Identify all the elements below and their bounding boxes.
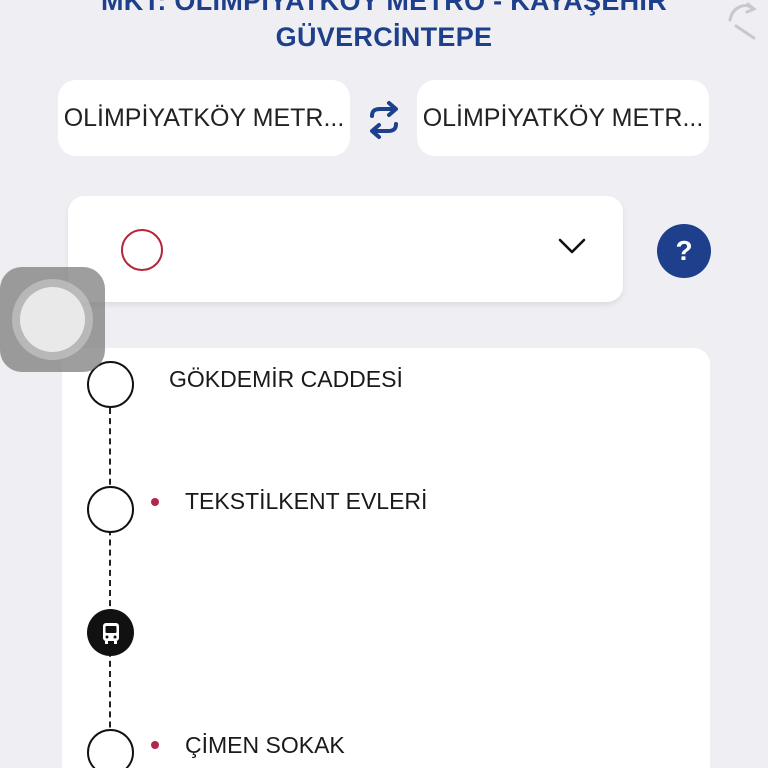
swap-arrows-icon[interactable] xyxy=(364,100,404,140)
route-title-line-1: MKT: OLİMPİYATKÖY METRO - KAYAŞEHİR xyxy=(100,0,668,16)
stop-marker-dot xyxy=(151,741,159,749)
chevron-down-icon xyxy=(558,238,586,254)
stop-name-cimen-sokak[interactable]: ÇİMEN SOKAK xyxy=(185,732,345,759)
direction-circle-icon xyxy=(121,229,163,271)
help-button-label: ? xyxy=(675,235,693,266)
stop-name-tekstilkent[interactable]: TEKSTİLKENT EVLERİ xyxy=(185,488,427,515)
from-stop-selector[interactable]: OLİMPİYATKÖY METR... xyxy=(58,80,350,156)
help-button[interactable]: ? xyxy=(657,224,711,278)
route-title-line-2: GÜVERCİNTEPE xyxy=(275,22,493,52)
stop-node-icon xyxy=(87,486,134,533)
from-stop-label: OLİMPİYATKÖY METR... xyxy=(63,103,345,132)
to-stop-selector[interactable]: OLİMPİYATKÖY METR... xyxy=(417,80,709,156)
stop-name-gokdemir[interactable]: GÖKDEMİR CADDESİ xyxy=(169,366,403,393)
assistive-touch-button[interactable] xyxy=(0,267,105,372)
bus-icon xyxy=(87,609,134,656)
stop-marker-dot xyxy=(151,498,159,506)
to-stop-label: OLİMPİYATKÖY METR... xyxy=(422,103,704,132)
stop-node-icon xyxy=(87,729,134,768)
stops-list-card xyxy=(62,348,710,768)
direction-dropdown[interactable] xyxy=(68,196,623,302)
route-timeline-line xyxy=(109,408,111,768)
share-icon[interactable] xyxy=(726,0,760,40)
